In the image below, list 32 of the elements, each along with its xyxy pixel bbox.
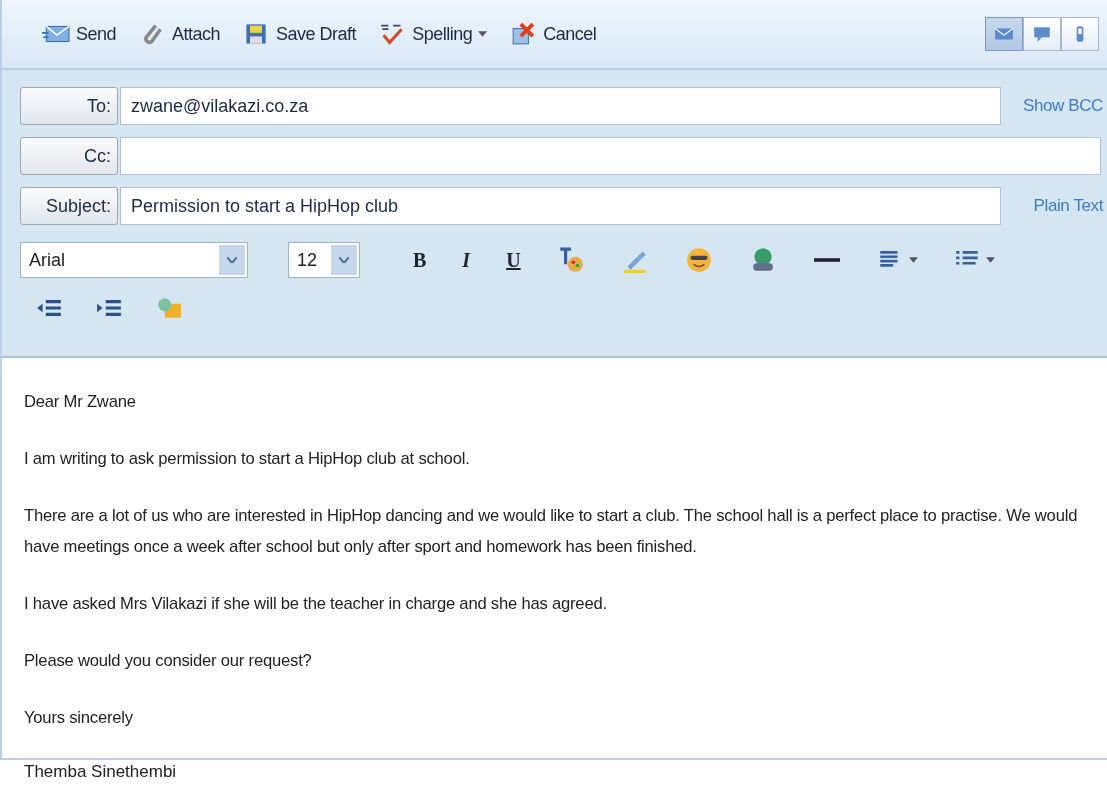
toolbar-button[interactable]: Spelling: [374, 20, 492, 48]
size-dropdown[interactable]: 12: [288, 242, 360, 278]
speech-bubble-icon: [1032, 26, 1052, 42]
paragraph: There are a lot of us who are interested in HipHop dancing and we would like to start a club. The school hall is a perfect place to practise. We would have meetings once a week after school but only after sport and homework has been finished.: [24, 505, 1079, 558]
format-button[interactable]: I: [453, 242, 480, 278]
toolbar-button[interactable]: Attach: [134, 20, 225, 48]
paragraph: Please would you consider our request?: [24, 650, 313, 672]
chevron-icon: [339, 257, 349, 263]
field-label-button[interactable]: To:: [20, 87, 118, 125]
toolbar-button[interactable]: Cancel: [505, 20, 601, 48]
font-dropdown[interactable]: Arial: [20, 242, 248, 278]
input-field[interactable]: [120, 137, 1101, 175]
field-label-button[interactable]: Subject:: [20, 187, 118, 225]
toolbar-button[interactable]: Save Draft: [238, 20, 361, 48]
envelope-icon: [994, 26, 1014, 42]
toolbar-button[interactable]: Send: [38, 20, 121, 48]
paragraph: Dear Mr Zwane: [24, 391, 137, 413]
smiley-icon: [684, 246, 713, 274]
view-button[interactable]: [1061, 17, 1099, 51]
input-field[interactable]: zwane@vilakazi.co.za: [120, 87, 1001, 125]
closing-text: Yours sincerely: [24, 707, 134, 729]
paragraph: I am writing to ask permission to start a HipHop club at school.: [24, 448, 471, 470]
chevron-icon: [227, 257, 237, 263]
format-button[interactable]: U: [497, 242, 530, 278]
field-label-button[interactable]: Cc:: [20, 137, 118, 175]
message-body[interactable]: [0, 358, 1107, 760]
paragraph: I have asked Mrs Vilakazi if she will be the teacher in charge and she has agreed.: [24, 593, 608, 615]
input-field[interactable]: Permission to start a HipHop club: [120, 187, 1001, 225]
view-button[interactable]: [985, 17, 1023, 51]
signature-text: Themba Sinethembi: [23, 761, 178, 783]
format-button[interactable]: B: [404, 242, 436, 278]
view-button[interactable]: [1023, 17, 1061, 51]
